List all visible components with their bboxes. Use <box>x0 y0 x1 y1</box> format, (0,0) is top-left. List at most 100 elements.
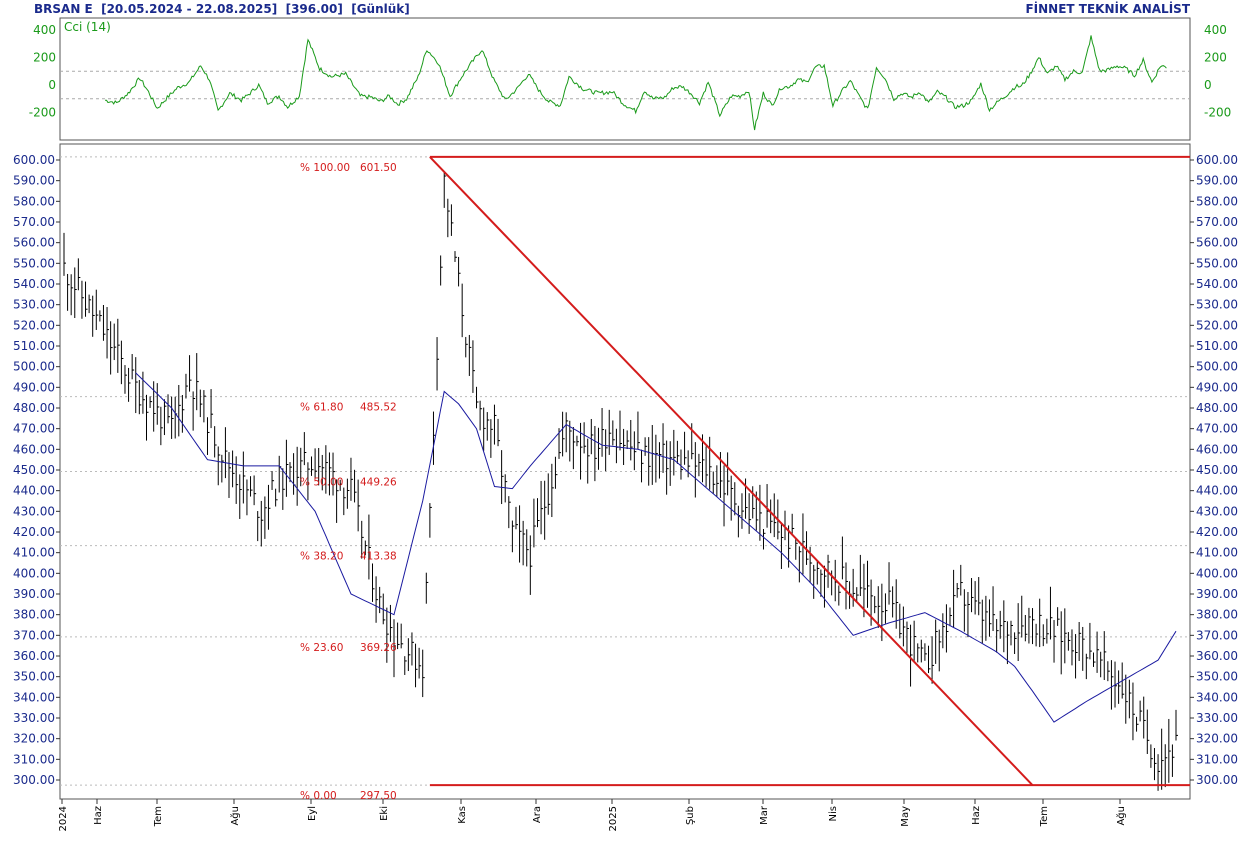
price-y-tick-label-left: 460.00 <box>13 442 55 456</box>
price-y-tick-label-left: 530.00 <box>13 298 55 312</box>
cci-y-tick-label-left: 0 <box>48 78 56 92</box>
price-y-tick-label-right: 380.00 <box>1196 608 1238 622</box>
price-y-tick-label-right: 460.00 <box>1196 442 1238 456</box>
cci-y-tick-label-right: -200 <box>1204 106 1231 120</box>
price-y-tick-label-right: 450.00 <box>1196 463 1238 477</box>
price-y-axis-left: 600.00 590.00 580.00 570.00 560.00 550.00 540.… <box>13 153 60 787</box>
cci-y-tick-label-right: 400 <box>1204 23 1227 37</box>
x-tick-label: Tem <box>153 806 164 827</box>
price-y-tick-label-left: 320.00 <box>13 732 55 746</box>
price-y-tick-label-left: 470.00 <box>13 422 55 436</box>
price-y-tick-label-right: 550.00 <box>1196 256 1238 270</box>
price-y-tick-label-left: 590.00 <box>13 174 55 188</box>
price-y-tick-label-right: 300.00 <box>1196 773 1238 787</box>
price-y-tick-label-left: 490.00 <box>13 380 55 394</box>
x-tick-label: Tem <box>1039 806 1050 827</box>
x-tick-label: May <box>900 806 911 827</box>
price-y-tick-label-right: 440.00 <box>1196 484 1238 498</box>
price-y-tick-label-left: 310.00 <box>13 752 55 766</box>
time-x-axis: 2024 Haz Tem Ağu Eyl Eki Kas Ara 2025 Şub Mar Nis Ma… <box>58 799 1127 831</box>
price-y-tick-label-right: 350.00 <box>1196 670 1238 684</box>
fibonacci-level-value: 413.38 <box>360 551 397 563</box>
cci-panel-frame <box>59 17 1191 141</box>
price-y-tick-label-right: 430.00 <box>1196 504 1238 518</box>
price-y-tick-label-left: 350.00 <box>13 670 55 684</box>
price-y-tick-label-left: 380.00 <box>13 608 55 622</box>
cci-y-tick-label-left: 400 <box>33 23 56 37</box>
price-y-tick-label-left: 400.00 <box>13 566 55 580</box>
x-tick-label: Haz <box>971 806 982 825</box>
x-tick-label: Ağu <box>1115 806 1127 826</box>
fibonacci-level-percent: % 50.00 <box>300 477 343 489</box>
price-y-tick-label-left: 600.00 <box>13 153 55 167</box>
price-y-tick-label-left: 500.00 <box>13 360 55 374</box>
price-y-tick-label-left: 560.00 <box>13 236 55 250</box>
price-y-tick-label-right: 500.00 <box>1196 360 1238 374</box>
fibonacci-level-value: 297.50 <box>360 790 397 802</box>
fibonacci-level-percent: % 23.60 <box>300 642 343 654</box>
price-y-tick-label-right: 530.00 <box>1196 298 1238 312</box>
price-y-tick-label-right: 510.00 <box>1196 339 1238 353</box>
fibonacci-level-value: 601.50 <box>360 162 397 174</box>
price-y-tick-label-right: 360.00 <box>1196 649 1238 663</box>
price-y-tick-label-left: 410.00 <box>13 546 55 560</box>
price-y-tick-label-left: 300.00 <box>13 773 55 787</box>
x-tick-label: 2024 <box>58 806 69 831</box>
price-y-tick-label-right: 520.00 <box>1196 318 1238 332</box>
x-tick-label: Eyl <box>307 806 318 821</box>
x-tick-label: 2025 <box>608 806 619 831</box>
price-y-tick-label-left: 440.00 <box>13 484 55 498</box>
price-y-tick-label-right: 420.00 <box>1196 525 1238 539</box>
x-tick-label: Haz <box>93 806 104 825</box>
price-y-tick-label-right: 400.00 <box>1196 566 1238 580</box>
price-y-tick-label-left: 420.00 <box>13 525 55 539</box>
price-y-tick-label-left: 540.00 <box>13 277 55 291</box>
fibonacci-level-percent: % 38.20 <box>300 551 343 563</box>
cci-y-tick-label-left: 200 <box>33 51 56 65</box>
x-tick-label: Nis <box>828 806 839 821</box>
fibonacci-level-value: 369.26 <box>360 642 397 654</box>
price-y-tick-label-right: 540.00 <box>1196 277 1238 291</box>
cci-y-tick-label-right: 0 <box>1204 78 1212 92</box>
price-y-axis-right: 600.00 590.00 580.00 570.00 560.00 550.00 540.… <box>1190 153 1238 787</box>
price-y-tick-label-left: 510.00 <box>13 339 55 353</box>
fibonacci-level-value: 449.26 <box>360 477 397 489</box>
x-tick-label: Ağu <box>229 806 241 826</box>
cci-y-axis-left: 400 200 0 -200 <box>29 23 56 120</box>
price-y-tick-label-left: 450.00 <box>13 463 55 477</box>
x-tick-label: Ara <box>532 806 543 823</box>
x-tick-label: Mar <box>759 805 770 825</box>
price-y-tick-label-right: 490.00 <box>1196 380 1238 394</box>
price-y-tick-label-right: 330.00 <box>1196 711 1238 725</box>
price-y-tick-label-left: 570.00 <box>13 215 55 229</box>
fibonacci-level-percent: % 61.80 <box>300 402 343 414</box>
fibonacci-level-percent: % 0.00 <box>300 790 337 802</box>
price-y-tick-label-right: 480.00 <box>1196 401 1238 415</box>
cci-y-axis-right: 400 200 0 -200 <box>1204 23 1231 120</box>
x-tick-label: Eki <box>379 806 390 821</box>
cci-label: Cci (14) <box>64 20 111 34</box>
price-y-tick-label-left: 330.00 <box>13 711 55 725</box>
x-tick-label: Şub <box>685 806 696 825</box>
price-y-tick-label-right: 580.00 <box>1196 194 1238 208</box>
price-y-tick-label-right: 370.00 <box>1196 628 1238 642</box>
price-y-tick-label-right: 320.00 <box>1196 732 1238 746</box>
price-y-tick-label-right: 570.00 <box>1196 215 1238 229</box>
price-y-tick-label-right: 470.00 <box>1196 422 1238 436</box>
price-y-tick-label-left: 580.00 <box>13 194 55 208</box>
price-y-tick-label-left: 340.00 <box>13 690 55 704</box>
price-y-tick-label-left: 360.00 <box>13 649 55 663</box>
fibonacci-level-percent: % 100.00 <box>300 162 350 174</box>
chart-canvas: Cci (14) 400 200 0 -200 400 200 0 -200 600.00 5… <box>13 17 1238 831</box>
cci-y-tick-label-left: -200 <box>29 106 56 120</box>
price-y-tick-label-right: 600.00 <box>1196 153 1238 167</box>
price-y-tick-label-right: 590.00 <box>1196 174 1238 188</box>
price-y-tick-label-right: 340.00 <box>1196 690 1238 704</box>
price-y-tick-label-left: 520.00 <box>13 318 55 332</box>
price-y-tick-label-left: 550.00 <box>13 256 55 270</box>
price-y-tick-label-left: 430.00 <box>13 504 55 518</box>
price-y-tick-label-right: 560.00 <box>1196 236 1238 250</box>
cci-y-tick-label-right: 200 <box>1204 51 1227 65</box>
price-y-tick-label-right: 390.00 <box>1196 587 1238 601</box>
fibonacci-level-value: 485.52 <box>360 402 397 414</box>
